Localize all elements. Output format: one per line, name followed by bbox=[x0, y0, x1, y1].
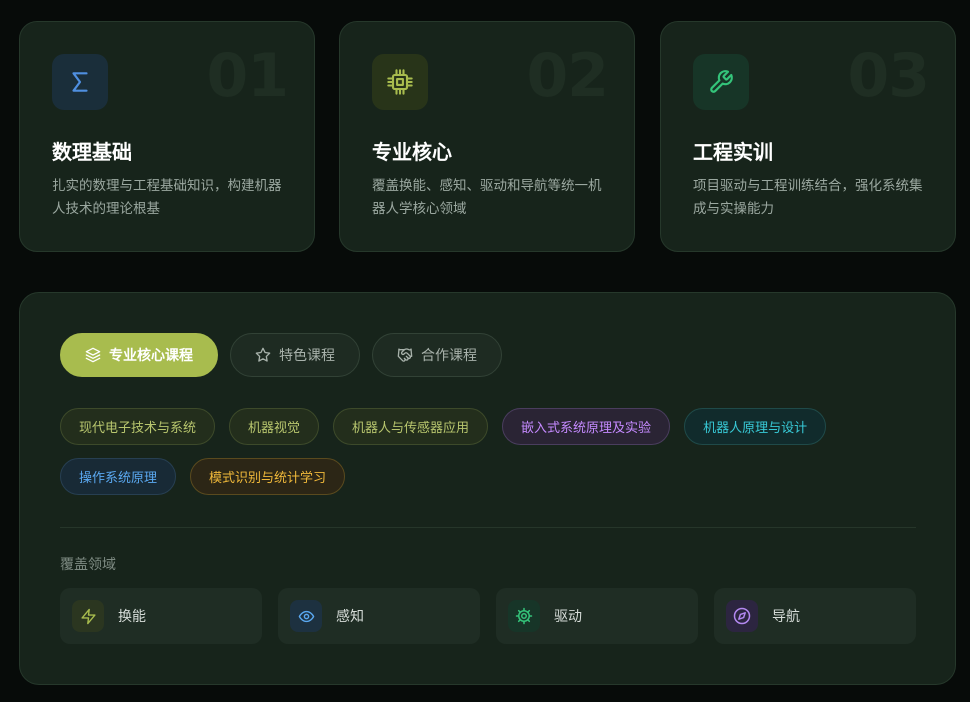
domain-navigation[interactable]: 导航 bbox=[714, 588, 916, 644]
card-description: 项目驱动与工程训练结合，强化系统集成与实操能力 bbox=[693, 178, 923, 217]
feature-card-math: 01 数理基础 扎实的数理与工程基础知识，构建机器人技术的理论根基 bbox=[19, 21, 315, 252]
card-title: 工程实训 bbox=[693, 140, 773, 164]
feature-cards: 01 数理基础 扎实的数理与工程基础知识，构建机器人技术的理论根基 02 专业核… bbox=[19, 21, 956, 252]
course-panel: 专业核心课程 特色课程 合作课程 现代电子技术与系统 机器视觉 机器人与传感器应… bbox=[19, 292, 956, 685]
course-chip[interactable]: 操作系统原理 bbox=[60, 458, 177, 495]
card-description: 扎实的数理与工程基础知识，构建机器人技术的理论根基 bbox=[52, 178, 282, 217]
course-chip[interactable]: 现代电子技术与系统 bbox=[60, 408, 216, 445]
wrench-icon bbox=[693, 54, 749, 110]
tab-label: 合作课程 bbox=[421, 348, 477, 364]
tab-core-courses[interactable]: 专业核心课程 bbox=[60, 333, 218, 377]
card-number: 02 bbox=[526, 41, 609, 111]
card-number: 03 bbox=[847, 41, 930, 111]
layers-icon bbox=[85, 347, 101, 363]
chip-icon bbox=[372, 54, 428, 110]
course-chip[interactable]: 嵌入式系统原理及实验 bbox=[502, 408, 671, 445]
feature-card-engineering: 03 工程实训 项目驱动与工程训练结合，强化系统集成与实操能力 bbox=[660, 21, 956, 252]
course-chip[interactable]: 机器人原理与设计 bbox=[684, 408, 827, 445]
card-title: 数理基础 bbox=[52, 140, 132, 164]
card-number: 01 bbox=[206, 41, 289, 111]
course-tabs: 专业核心课程 特色课程 合作课程 bbox=[60, 333, 502, 377]
course-chip-list: 现代电子技术与系统 机器视觉 机器人与传感器应用 嵌入式系统原理及实验 机器人原… bbox=[60, 408, 920, 495]
course-chip[interactable]: 机器人与传感器应用 bbox=[333, 408, 489, 445]
sigma-icon bbox=[52, 54, 108, 110]
coverage-title: 覆盖领域 bbox=[60, 557, 116, 573]
tab-label: 特色课程 bbox=[279, 348, 335, 364]
page: 01 数理基础 扎实的数理与工程基础知识，构建机器人技术的理论根基 02 专业核… bbox=[0, 0, 970, 702]
course-chip[interactable]: 模式识别与统计学习 bbox=[190, 458, 346, 495]
eye-icon bbox=[290, 600, 322, 632]
course-chip[interactable]: 机器视觉 bbox=[229, 408, 320, 445]
star-icon bbox=[255, 347, 271, 362]
card-title: 专业核心 bbox=[372, 140, 452, 164]
domain-label: 换能 bbox=[118, 609, 146, 625]
cog-icon bbox=[508, 600, 540, 632]
domain-label: 导航 bbox=[772, 609, 800, 625]
tab-label: 专业核心课程 bbox=[109, 348, 193, 364]
domain-actuation[interactable]: 驱动 bbox=[496, 588, 698, 644]
domain-transduction[interactable]: 换能 bbox=[60, 588, 262, 644]
coverage-domain-list: 换能 感知 驱动 导航 bbox=[60, 588, 916, 644]
domain-label: 驱动 bbox=[554, 609, 582, 625]
bolt-icon bbox=[72, 600, 104, 632]
divider bbox=[60, 527, 916, 528]
tab-partner-courses[interactable]: 合作课程 bbox=[372, 333, 502, 377]
card-description: 覆盖换能、感知、驱动和导航等统一机器人学核心领域 bbox=[372, 178, 602, 217]
domain-perception[interactable]: 感知 bbox=[278, 588, 480, 644]
feature-card-core: 02 专业核心 覆盖换能、感知、驱动和导航等统一机器人学核心领域 bbox=[339, 21, 635, 252]
handshake-icon bbox=[397, 348, 413, 362]
compass-icon bbox=[726, 600, 758, 632]
tab-featured-courses[interactable]: 特色课程 bbox=[230, 333, 360, 377]
domain-label: 感知 bbox=[336, 609, 364, 625]
